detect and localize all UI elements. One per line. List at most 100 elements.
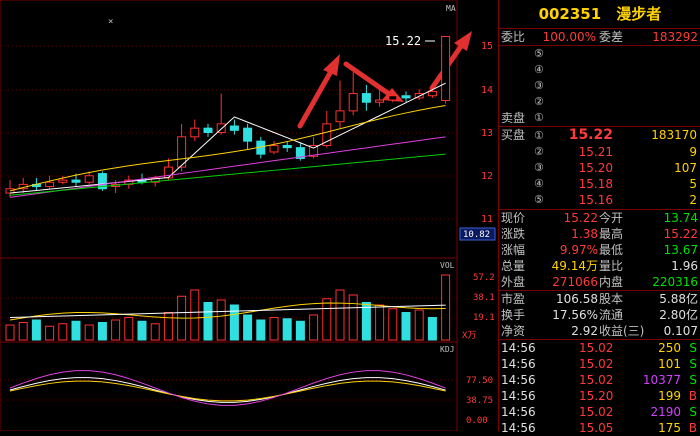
buy-level[interactable]: ③ 15.20 107 — [499, 160, 700, 176]
candle-body — [441, 35, 451, 101]
price-axis-label: 15 — [481, 41, 493, 52]
volume-bar — [348, 294, 358, 341]
volume-bar — [361, 302, 371, 341]
trade-volume: 101 — [658, 357, 681, 371]
trade-side: S — [689, 373, 697, 387]
level-index: ⑤ — [534, 47, 544, 60]
buy-price: 15.21 — [578, 145, 613, 159]
tick-trades-block: 14:56 15.02 250 S 14:56 15.02 101 S 14:56 15.02 10… — [499, 339, 700, 436]
volume-bar — [243, 314, 253, 341]
level-index: ⑤ — [534, 193, 544, 206]
volume-bar — [401, 312, 411, 341]
buy-level[interactable]: 买盘 ① 15.22 183170 — [499, 127, 700, 144]
buy-price: 15.20 — [578, 161, 613, 175]
quote-label: 外盘 — [501, 275, 526, 289]
level-index: ③ — [534, 161, 544, 174]
trade-row: 14:56 15.02 250 S — [499, 340, 700, 356]
sell-level[interactable]: ③ — [499, 78, 700, 94]
sell-level[interactable]: 卖盘 ① — [499, 110, 700, 126]
level-index: ④ — [534, 177, 544, 190]
volume-bar — [111, 319, 121, 341]
buy-level[interactable]: ② 15.21 9 — [499, 144, 700, 160]
fund-label: 流通 — [599, 308, 624, 322]
trade-price: 15.02 — [579, 357, 614, 371]
buy-price: 15.16 — [578, 193, 613, 207]
trade-row: 14:56 15.05 175 B — [499, 420, 700, 436]
fund-label: 收益(三) — [599, 324, 645, 338]
volume-bar — [322, 298, 332, 341]
fund-value: 2.80亿 — [659, 308, 698, 322]
trade-time: 14:56 — [501, 341, 536, 355]
stock-chart-area[interactable]: MA VOL KDJ × 15 14 13 12 11 10.82 57.2 3… — [0, 0, 497, 432]
fund-label: 市盈 — [501, 292, 526, 306]
sell-level[interactable]: ⑤ — [499, 46, 700, 62]
quote-label: 量比 — [599, 259, 624, 273]
kdj-axis-label: 77.50 — [466, 376, 493, 386]
quote-value: 13.74 — [663, 211, 698, 225]
quote-value: 15.22 — [663, 227, 698, 241]
kdj-panel-border — [0, 341, 458, 432]
fund-value: 5.88亿 — [659, 292, 698, 306]
wei-label: 委比 — [501, 30, 526, 44]
volume-bar — [441, 274, 451, 341]
arrow-up-1-head — [323, 54, 340, 76]
quote-value: 1.96 — [671, 259, 698, 273]
quote-label: 现价 — [501, 211, 526, 225]
candle-body — [243, 127, 253, 142]
quote-label: 今开 — [599, 211, 624, 225]
level-index: ① — [534, 111, 544, 124]
candle-body — [71, 179, 81, 183]
fund-label: 净资 — [501, 324, 526, 338]
level-index: ③ — [534, 79, 544, 92]
volume-bar — [124, 317, 134, 341]
trade-side: S — [689, 405, 697, 419]
kline-chart[interactable]: MA VOL KDJ × 15 14 13 12 11 10.82 57.2 3… — [0, 0, 497, 432]
fund-value: 17.56% — [552, 308, 598, 322]
sell-level[interactable]: ② — [499, 94, 700, 110]
stock-title: 002351 漫步者 — [499, 0, 700, 29]
candle-body — [388, 95, 398, 101]
volume-bar — [229, 304, 239, 341]
buy-level[interactable]: ⑤ 15.16 2 — [499, 192, 700, 208]
buy-book: 买盘 ① 15.22 183170 ② 15.21 9 ③ 15.20 107 … — [499, 126, 700, 209]
candle-body — [282, 144, 292, 149]
buy-vol: 2 — [689, 193, 697, 207]
trade-volume: 199 — [658, 389, 681, 403]
volume-bar — [71, 320, 81, 341]
candle-body — [45, 181, 55, 188]
fund-value: 0.107 — [663, 324, 698, 338]
volume-bar — [18, 322, 28, 341]
candle-body — [335, 110, 345, 123]
buy-label: 买盘 — [501, 128, 526, 142]
volume-bar — [216, 299, 226, 341]
price-axis-label: 13 — [481, 128, 493, 139]
trade-time: 14:56 — [501, 421, 536, 435]
trade-volume: 10377 — [642, 373, 681, 387]
fund-label: 股本 — [599, 292, 624, 306]
quote-row: 涨幅 9.97% 最低 13.67 — [499, 242, 700, 258]
trade-side: B — [688, 421, 697, 435]
weicha-label: 委差 — [599, 30, 624, 44]
stock-name: 漫步者 — [616, 5, 662, 23]
buy-vol: 183170 — [651, 128, 697, 142]
ma20-line — [9, 136, 446, 198]
quote-value: 9.97% — [559, 243, 598, 257]
kdj-panel-label: KDJ — [440, 345, 454, 354]
buy-level[interactable]: ④ 15.18 5 — [499, 176, 700, 192]
trade-time: 14:56 — [501, 357, 536, 371]
candle-body — [427, 90, 437, 97]
candle-body — [190, 127, 200, 138]
volume-bar — [163, 312, 173, 341]
level-index: ① — [534, 129, 544, 142]
sell-level[interactable]: ④ — [499, 62, 700, 78]
volume-bar — [414, 309, 424, 341]
trade-price: 15.02 — [579, 373, 614, 387]
trade-row: 14:56 15.02 10377 S — [499, 372, 700, 388]
trade-side: S — [689, 341, 697, 355]
price-axis-label: 12 — [481, 171, 493, 182]
arrow-up-1 — [297, 63, 337, 129]
volume-bar — [203, 302, 213, 341]
trade-volume: 250 — [658, 341, 681, 355]
quote-panel: 002351 漫步者 委比 100.00% 委差 183292 ⑤ ④ ③ ② … — [498, 0, 700, 435]
fundamentals-block: 市盈 106.58 股本 5.88亿 换手 17.56% 流通 2.80亿 净资 2.92 收益(三… — [499, 290, 700, 339]
